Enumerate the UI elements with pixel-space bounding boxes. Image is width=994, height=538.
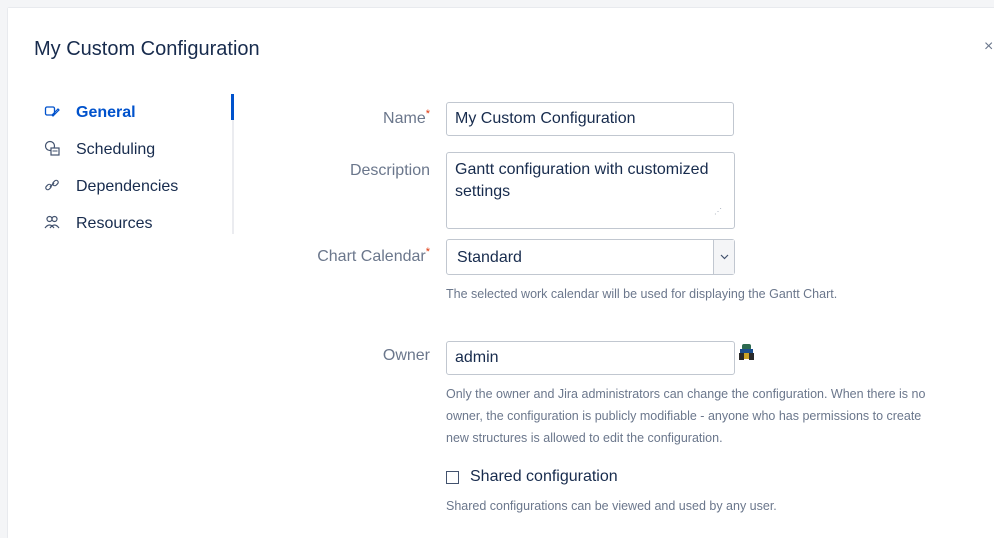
chart-calendar-label: Chart Calendar* <box>317 246 430 265</box>
nav-item-label: Resources <box>76 214 153 232</box>
selected-value: Standard <box>457 249 522 266</box>
close-icon[interactable]: × <box>984 38 993 56</box>
owner-input[interactable] <box>446 341 735 375</box>
nav-item-resources[interactable]: Resources <box>44 205 232 242</box>
description-label: Description <box>349 162 430 179</box>
chart-calendar-select[interactable]: Standard <box>446 239 735 275</box>
nav-item-label: General <box>76 103 136 121</box>
required-mark: * <box>425 108 430 120</box>
calendar-clock-icon <box>44 140 76 159</box>
owner-label: Owner <box>382 347 430 364</box>
nav-item-general[interactable]: General <box>44 94 232 131</box>
user-picker-icon[interactable] <box>738 343 756 361</box>
nav-item-label: Dependencies <box>76 177 179 195</box>
name-label: Name* <box>383 108 430 127</box>
resize-handle-icon[interactable]: ⋰ <box>714 208 722 216</box>
sidebar-nav: General Scheduling Dependencies Resource… <box>44 94 234 234</box>
chevron-down-icon <box>713 240 734 274</box>
shared-configuration-help: Shared configurations can be viewed and … <box>446 499 777 513</box>
nav-item-scheduling[interactable]: Scheduling <box>44 131 232 168</box>
owner-help: Only the owner and Jira administrators c… <box>446 387 926 445</box>
name-input[interactable] <box>446 102 734 136</box>
description-textarea[interactable]: Gantt configuration with customized sett… <box>446 152 735 229</box>
active-indicator <box>231 94 234 120</box>
shared-configuration-checkbox[interactable] <box>446 471 459 484</box>
link-icon <box>44 177 76 196</box>
shared-configuration-label[interactable]: Shared configuration <box>470 468 618 486</box>
nav-item-label: Scheduling <box>76 140 156 158</box>
required-mark: * <box>425 246 430 258</box>
dialog-title: My Custom Configuration <box>34 38 260 60</box>
settings-pen-icon <box>44 103 76 122</box>
people-icon <box>44 214 76 233</box>
chart-calendar-help: The selected work calendar will be used … <box>446 287 838 301</box>
nav-item-dependencies[interactable]: Dependencies <box>44 168 232 205</box>
